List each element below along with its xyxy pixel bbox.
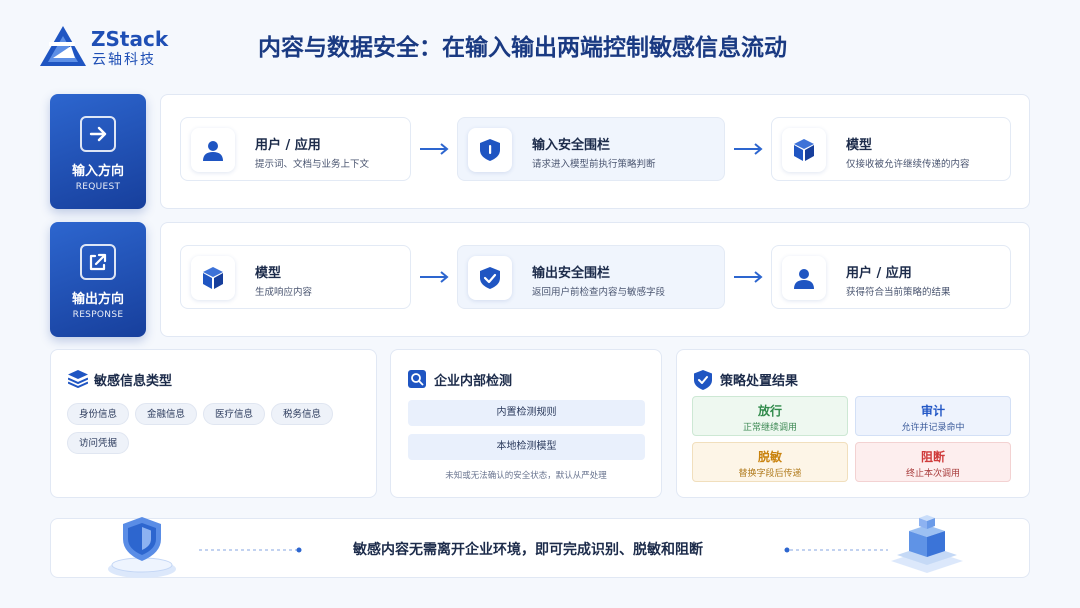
result-desc: 正常继续调用 <box>742 423 797 433</box>
step-desc: 生成响应内容 <box>255 287 313 298</box>
request-step-user: 用户 / 应用 提示词、文档与业务上下文 <box>180 117 411 181</box>
request-flow: 用户 / 应用 提示词、文档与业务上下文 输入安全围栏 请求进入模型前执行策略判… <box>160 94 1030 209</box>
dotted-connector-icon <box>199 547 302 553</box>
dotted-connector-icon <box>784 547 888 553</box>
flow-arrow-icon <box>734 143 763 155</box>
request-step-model: 模型 仅接收被允许继续传递的内容 <box>771 117 1011 181</box>
footer-banner: 敏感内容无需离开企业环境，即可完成识别、脱敏和阻断 <box>50 515 1030 578</box>
step-title: 输入安全围栏 <box>532 138 611 153</box>
user-icon <box>191 128 235 172</box>
shield-icon <box>468 128 512 172</box>
response-flow: 模型 生成响应内容 输出安全围栏 返回用户前检查内容与敏感字段 用户 / 应用 … <box>160 222 1030 337</box>
result-desc: 终止本次调用 <box>905 469 960 479</box>
step-desc: 返回用户前检查内容与敏感字段 <box>532 287 666 298</box>
search-icon <box>408 370 426 388</box>
share-arrow-icon <box>80 244 116 280</box>
data-cube-stack-icon <box>891 515 963 573</box>
brand-name: ZStack <box>91 27 169 51</box>
result-mask: 脱敏 替换字段后传递 <box>692 442 848 482</box>
step-title: 用户 / 应用 <box>255 138 321 153</box>
sensitive-chip: 金融信息 <box>135 403 198 425</box>
flow-arrow-icon <box>734 271 763 283</box>
step-desc: 请求进入模型前执行策略判断 <box>532 159 656 170</box>
shield-check-icon <box>694 370 712 390</box>
sensitive-types-panel: 敏感信息类型 身份信息 金融信息 医疗信息 税务信息 访问凭据 <box>50 349 377 498</box>
step-desc: 获得符合当前策略的结果 <box>846 287 951 298</box>
user-icon <box>782 256 826 300</box>
page-title: 内容与数据安全：在输入输出两端控制敏感信息流动 <box>258 35 787 61</box>
response-step-user: 用户 / 应用 获得符合当前策略的结果 <box>771 245 1011 309</box>
step-desc: 仅接收被允许继续传递的内容 <box>846 159 970 170</box>
footer-text: 敏感内容无需离开企业环境，即可完成识别、脱敏和阻断 <box>353 542 703 558</box>
step-title: 用户 / 应用 <box>846 266 912 281</box>
request-step-guard: 输入安全围栏 请求进入模型前执行策略判断 <box>457 117 725 181</box>
result-title: 审计 <box>920 404 945 418</box>
response-sub: RESPONSE <box>72 310 124 320</box>
logo: ZStack 云轴科技 <box>40 24 180 68</box>
sensitive-chip: 身份信息 <box>67 403 130 425</box>
panel-title: 策略处置结果 <box>720 374 799 389</box>
panel-title: 敏感信息类型 <box>94 374 173 389</box>
result-allow: 放行 正常继续调用 <box>692 396 848 436</box>
detection-panel: 企业内部检测 内置检测规则 本地检测模型 未知或无法确认的安全状态，默认从严处理 <box>390 349 662 498</box>
result-audit: 审计 允许并记录命中 <box>855 396 1011 436</box>
result-block: 阻断 终止本次调用 <box>855 442 1011 482</box>
brand-name-cn: 云轴科技 <box>92 52 156 68</box>
step-desc: 提示词、文档与业务上下文 <box>255 159 370 170</box>
result-title: 脱敏 <box>757 450 782 464</box>
sensitive-chip: 访问凭据 <box>67 432 130 454</box>
response-step-model: 模型 生成响应内容 <box>180 245 411 309</box>
request-label: 输入方向 <box>71 164 124 179</box>
step-title: 模型 <box>846 138 873 153</box>
response-label: 输出方向 <box>71 292 124 307</box>
panel-title: 企业内部检测 <box>434 374 513 389</box>
arrow-right-icon <box>80 116 116 152</box>
shield-podium-icon <box>108 517 176 578</box>
request-sub: REQUEST <box>75 182 121 192</box>
result-desc: 允许并记录命中 <box>901 423 965 433</box>
detection-item: 本地检测模型 <box>408 434 645 460</box>
detection-note: 未知或无法确认的安全状态，默认从严处理 <box>445 471 607 481</box>
result-title: 阻断 <box>920 450 945 464</box>
result-desc: 替换字段后传递 <box>738 469 802 479</box>
step-title: 模型 <box>255 266 282 281</box>
sensitive-chip: 医疗信息 <box>203 403 266 425</box>
detection-item: 内置检测规则 <box>408 400 645 426</box>
sensitive-chip: 税务信息 <box>271 403 334 425</box>
response-direction: 输出方向 RESPONSE <box>50 222 146 337</box>
flow-arrow-icon <box>420 271 449 283</box>
flow-arrow-icon <box>420 143 449 155</box>
logo-mark-icon <box>40 26 86 66</box>
response-step-guard: 输出安全围栏 返回用户前检查内容与敏感字段 <box>457 245 725 309</box>
cube-icon <box>191 256 235 300</box>
step-title: 输出安全围栏 <box>532 266 611 281</box>
result-title: 放行 <box>757 404 782 418</box>
request-direction: 输入方向 REQUEST <box>50 94 146 209</box>
cube-icon <box>782 128 826 172</box>
policy-panel: 策略处置结果 放行 正常继续调用 审计 允许并记录命中 脱敏 替换字段后传递 阻… <box>676 349 1030 498</box>
layers-icon <box>68 370 88 388</box>
shield-check-icon <box>468 256 512 300</box>
